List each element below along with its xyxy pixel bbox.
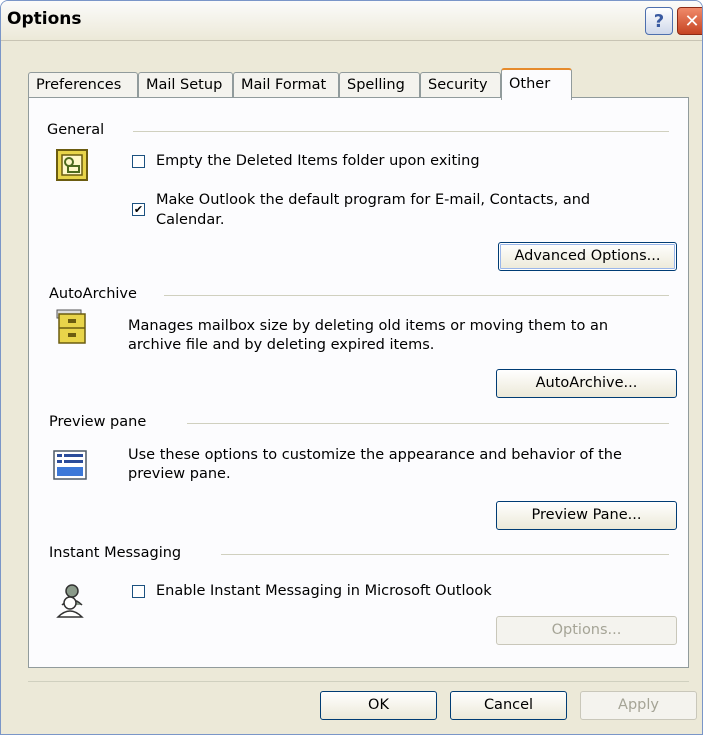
preview-pane-icon [53,450,87,480]
instant-messaging-heading: Instant Messaging [49,545,182,561]
apply-button[interactable]: Apply [580,691,697,720]
window-title: Options [7,9,82,29]
checkmark-icon: ✔ [133,203,144,216]
autoarchive-divider [164,295,669,296]
instant-messaging-divider [221,554,669,555]
enable-instant-messaging-checkbox[interactable] [132,585,145,598]
advanced-options-button[interactable]: Advanced Options... [498,242,677,271]
default-program-label-line1: Make Outlook the default program for E-m… [156,192,591,208]
general-heading: General [47,122,105,138]
default-program-label-line2: Calendar. [156,212,225,228]
ok-button[interactable]: OK [320,691,437,720]
close-button[interactable]: ✕ [677,7,702,35]
tab-security[interactable]: Security [420,72,501,98]
im-options-button[interactable]: Options... [496,616,677,645]
autoarchive-description-line2: archive file and by deleting expired ite… [128,337,435,353]
preview-pane-description-line2: preview pane. [128,466,231,482]
tab-panel-other: General Empty the Deleted Items folder u… [28,97,689,668]
options-general-icon [56,149,88,181]
close-icon: ✕ [684,10,700,32]
file-cabinet-icon [55,308,87,344]
preview-pane-button[interactable]: Preview Pane... [496,501,677,530]
preview-pane-heading: Preview pane [49,414,147,430]
general-divider [133,131,669,132]
help-icon: ? [653,10,665,32]
tab-mail-setup[interactable]: Mail Setup [138,72,233,98]
autoarchive-description-line1: Manages mailbox size by deleting old ite… [128,318,609,334]
tab-mail-format[interactable]: Mail Format [233,72,339,98]
empty-deleted-items-label: Empty the Deleted Items folder upon exit… [156,153,480,169]
autoarchive-button[interactable]: AutoArchive... [496,369,677,398]
tab-other[interactable]: Other [501,68,572,100]
footer-divider [28,681,689,682]
preview-pane-description-line1: Use these options to customize the appea… [128,447,622,463]
cancel-button[interactable]: Cancel [450,691,567,720]
help-button[interactable]: ? [645,7,673,35]
default-program-checkbox[interactable]: ✔ [132,203,145,216]
preview-pane-divider [187,423,669,424]
options-dialog: Options ? ✕ Preferences Mail Setup Mail … [0,0,703,735]
empty-deleted-items-checkbox[interactable] [132,155,145,168]
title-bar[interactable]: Options ? ✕ [1,1,702,41]
tab-preferences[interactable]: Preferences [28,72,138,98]
autoarchive-heading: AutoArchive [49,286,137,302]
enable-instant-messaging-label: Enable Instant Messaging in Microsoft Ou… [156,583,492,599]
tab-spelling[interactable]: Spelling [339,72,420,98]
instant-messaging-buddies-icon [53,583,89,619]
